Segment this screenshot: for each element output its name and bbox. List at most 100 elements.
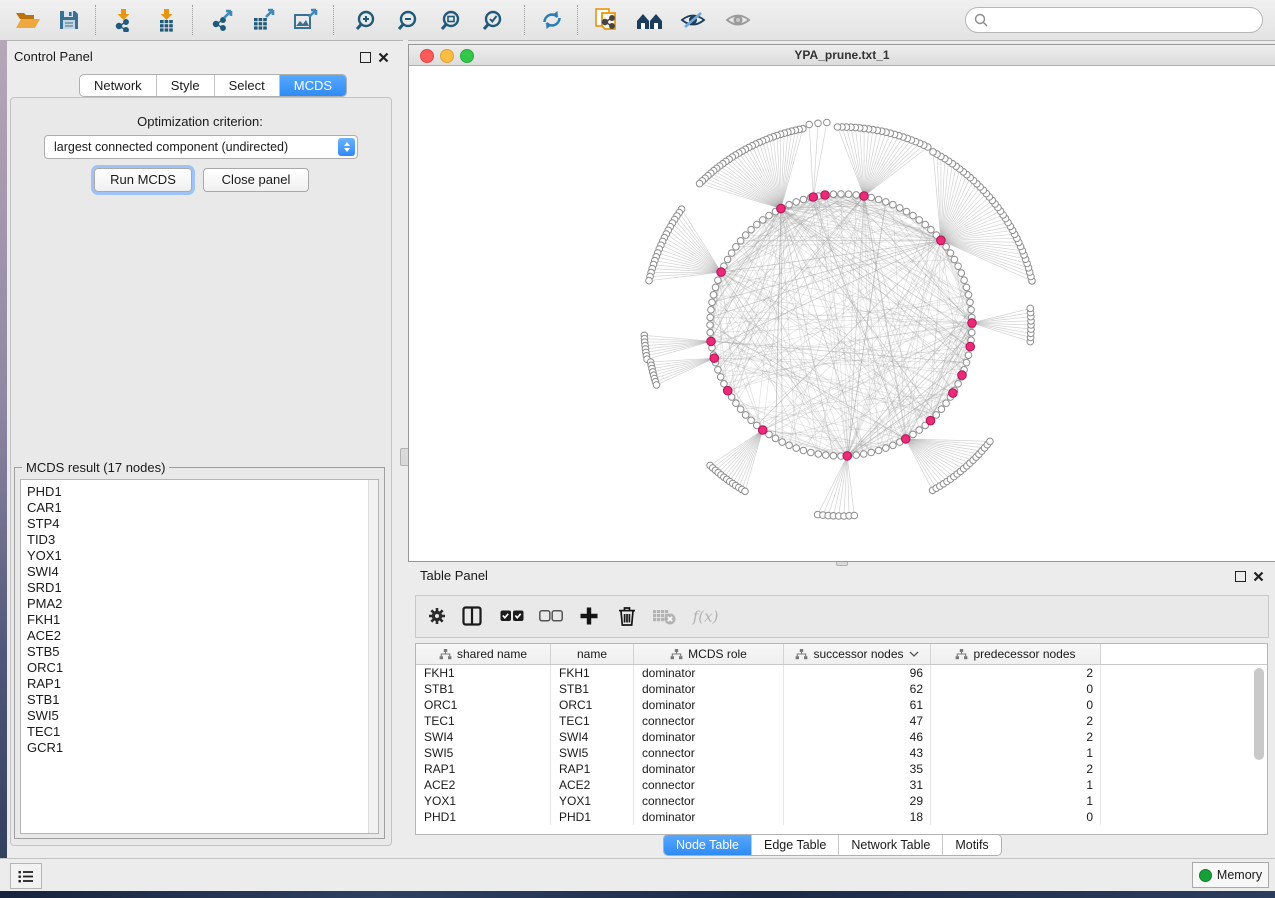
cell[interactable]: ACE2 — [551, 777, 634, 793]
cell[interactable]: dominator — [634, 697, 784, 713]
table-row-PHD1[interactable]: PHD1PHD1dominator180 — [416, 809, 1267, 825]
tab-mcds[interactable]: MCDS — [280, 75, 346, 96]
result-node-item[interactable]: ACE2 — [27, 628, 378, 644]
cell[interactable]: 1 — [931, 793, 1101, 809]
export-table-icon[interactable] — [250, 7, 278, 33]
zoom-out-icon[interactable] — [394, 7, 422, 33]
cell[interactable]: 0 — [931, 681, 1101, 697]
close-panel-button[interactable]: Close panel — [203, 168, 309, 192]
import-table-icon[interactable] — [153, 7, 181, 33]
cell[interactable]: PHD1 — [416, 809, 551, 825]
cell[interactable]: connector — [634, 745, 784, 761]
cell[interactable]: 61 — [784, 697, 931, 713]
result-node-item[interactable]: YOX1 — [27, 548, 378, 564]
table-row-SWI5[interactable]: SWI5SWI5connector431 — [416, 745, 1267, 761]
table-options-gear-icon[interactable] — [422, 601, 452, 631]
table-row-RAP1[interactable]: RAP1RAP1dominator352 — [416, 761, 1267, 777]
column-header-name[interactable]: name — [551, 644, 634, 664]
apply-layout-icon[interactable] — [538, 7, 566, 33]
table-row-STB1[interactable]: STB1STB1dominator620 — [416, 681, 1267, 697]
column-header-predecessor-nodes[interactable]: predecessor nodes — [931, 644, 1101, 664]
cell[interactable]: 0 — [931, 809, 1101, 825]
cell[interactable]: 62 — [784, 681, 931, 697]
cell[interactable]: connector — [634, 777, 784, 793]
delete-column-icon[interactable] — [612, 601, 642, 631]
float-panel-icon[interactable] — [360, 52, 371, 63]
cell[interactable]: TEC1 — [416, 713, 551, 729]
table-scrollbar[interactable] — [1254, 668, 1265, 828]
task-history-button[interactable] — [10, 863, 42, 889]
cell[interactable]: TEC1 — [551, 713, 634, 729]
network-window-titlebar[interactable]: YPA_prune.txt_1 — [409, 45, 1275, 66]
cell[interactable]: ORC1 — [416, 697, 551, 713]
column-header-MCDS-role[interactable]: MCDS role — [634, 644, 784, 664]
result-node-item[interactable]: SRD1 — [27, 580, 378, 596]
result-node-item[interactable]: GCR1 — [27, 740, 378, 756]
search-box[interactable] — [965, 7, 1263, 33]
result-node-item[interactable]: STB5 — [27, 644, 378, 660]
cell[interactable]: PHD1 — [551, 809, 634, 825]
export-network-icon[interactable] — [209, 7, 237, 33]
cell[interactable]: 29 — [784, 793, 931, 809]
tab-network[interactable]: Network — [80, 75, 157, 96]
tab-style[interactable]: Style — [157, 75, 215, 96]
table-row-TEC1[interactable]: TEC1TEC1connector472 — [416, 713, 1267, 729]
create-column-icon[interactable] — [574, 601, 604, 631]
cell[interactable]: dominator — [634, 729, 784, 745]
close-panel-icon[interactable] — [378, 52, 389, 63]
cell[interactable]: ACE2 — [416, 777, 551, 793]
table-scrollbar-thumb[interactable] — [1254, 668, 1264, 760]
result-node-item[interactable]: RAP1 — [27, 676, 378, 692]
result-node-item[interactable]: PHD1 — [27, 484, 378, 500]
cell[interactable]: ORC1 — [551, 697, 634, 713]
result-node-item[interactable]: FKH1 — [27, 612, 378, 628]
result-node-item[interactable]: ORC1 — [27, 660, 378, 676]
cell[interactable]: FKH1 — [416, 665, 551, 681]
result-node-item[interactable]: STP4 — [27, 516, 378, 532]
close-window-icon[interactable] — [420, 49, 434, 63]
table-row-SWI4[interactable]: SWI4SWI4dominator462 — [416, 729, 1267, 745]
open-session-icon[interactable] — [13, 7, 41, 33]
cell[interactable]: connector — [634, 793, 784, 809]
cell[interactable]: 1 — [931, 745, 1101, 761]
table-row-YOX1[interactable]: YOX1YOX1connector291 — [416, 793, 1267, 809]
cell[interactable]: SWI5 — [551, 745, 634, 761]
cell[interactable]: 35 — [784, 761, 931, 777]
table-row-ORC1[interactable]: ORC1ORC1dominator610 — [416, 697, 1267, 713]
cell[interactable]: YOX1 — [551, 793, 634, 809]
hide-selected-icon[interactable] — [679, 7, 707, 33]
import-network-icon[interactable] — [110, 7, 138, 33]
result-node-item[interactable]: CAR1 — [27, 500, 378, 516]
tab-select[interactable]: Select — [215, 75, 280, 96]
open-in-web-icon[interactable] — [592, 7, 620, 33]
tab-network-table[interactable]: Network Table — [839, 835, 943, 855]
cell[interactable]: dominator — [634, 761, 784, 777]
select-all-icon[interactable] — [497, 601, 527, 631]
zoom-in-icon[interactable] — [352, 7, 380, 33]
cell[interactable]: 43 — [784, 745, 931, 761]
cell[interactable]: YOX1 — [416, 793, 551, 809]
result-node-item[interactable]: TID3 — [27, 532, 378, 548]
cell[interactable]: 0 — [931, 697, 1101, 713]
cell[interactable]: 2 — [931, 729, 1101, 745]
column-header-shared-name[interactable]: shared name — [416, 644, 551, 664]
cell[interactable]: 31 — [784, 777, 931, 793]
column-view-icon[interactable] — [457, 601, 487, 631]
result-node-item[interactable]: SWI4 — [27, 564, 378, 580]
result-node-item[interactable]: STB1 — [27, 692, 378, 708]
cell[interactable]: dominator — [634, 809, 784, 825]
run-mcds-button[interactable]: Run MCDS — [94, 168, 192, 192]
tab-node-table[interactable]: Node Table — [664, 835, 752, 855]
cell[interactable]: 1 — [931, 777, 1101, 793]
float-table-panel-icon[interactable] — [1235, 571, 1246, 582]
cell[interactable]: 96 — [784, 665, 931, 681]
cell[interactable]: dominator — [634, 665, 784, 681]
search-input[interactable] — [994, 10, 1262, 30]
cell[interactable]: STB1 — [416, 681, 551, 697]
result-list-scrollbar[interactable] — [368, 480, 378, 833]
first-neighbors-icon[interactable] — [636, 7, 664, 33]
zoom-fit-icon[interactable] — [437, 7, 465, 33]
show-all-icon[interactable] — [724, 7, 752, 33]
cell[interactable]: 18 — [784, 809, 931, 825]
close-table-panel-icon[interactable] — [1253, 571, 1264, 582]
